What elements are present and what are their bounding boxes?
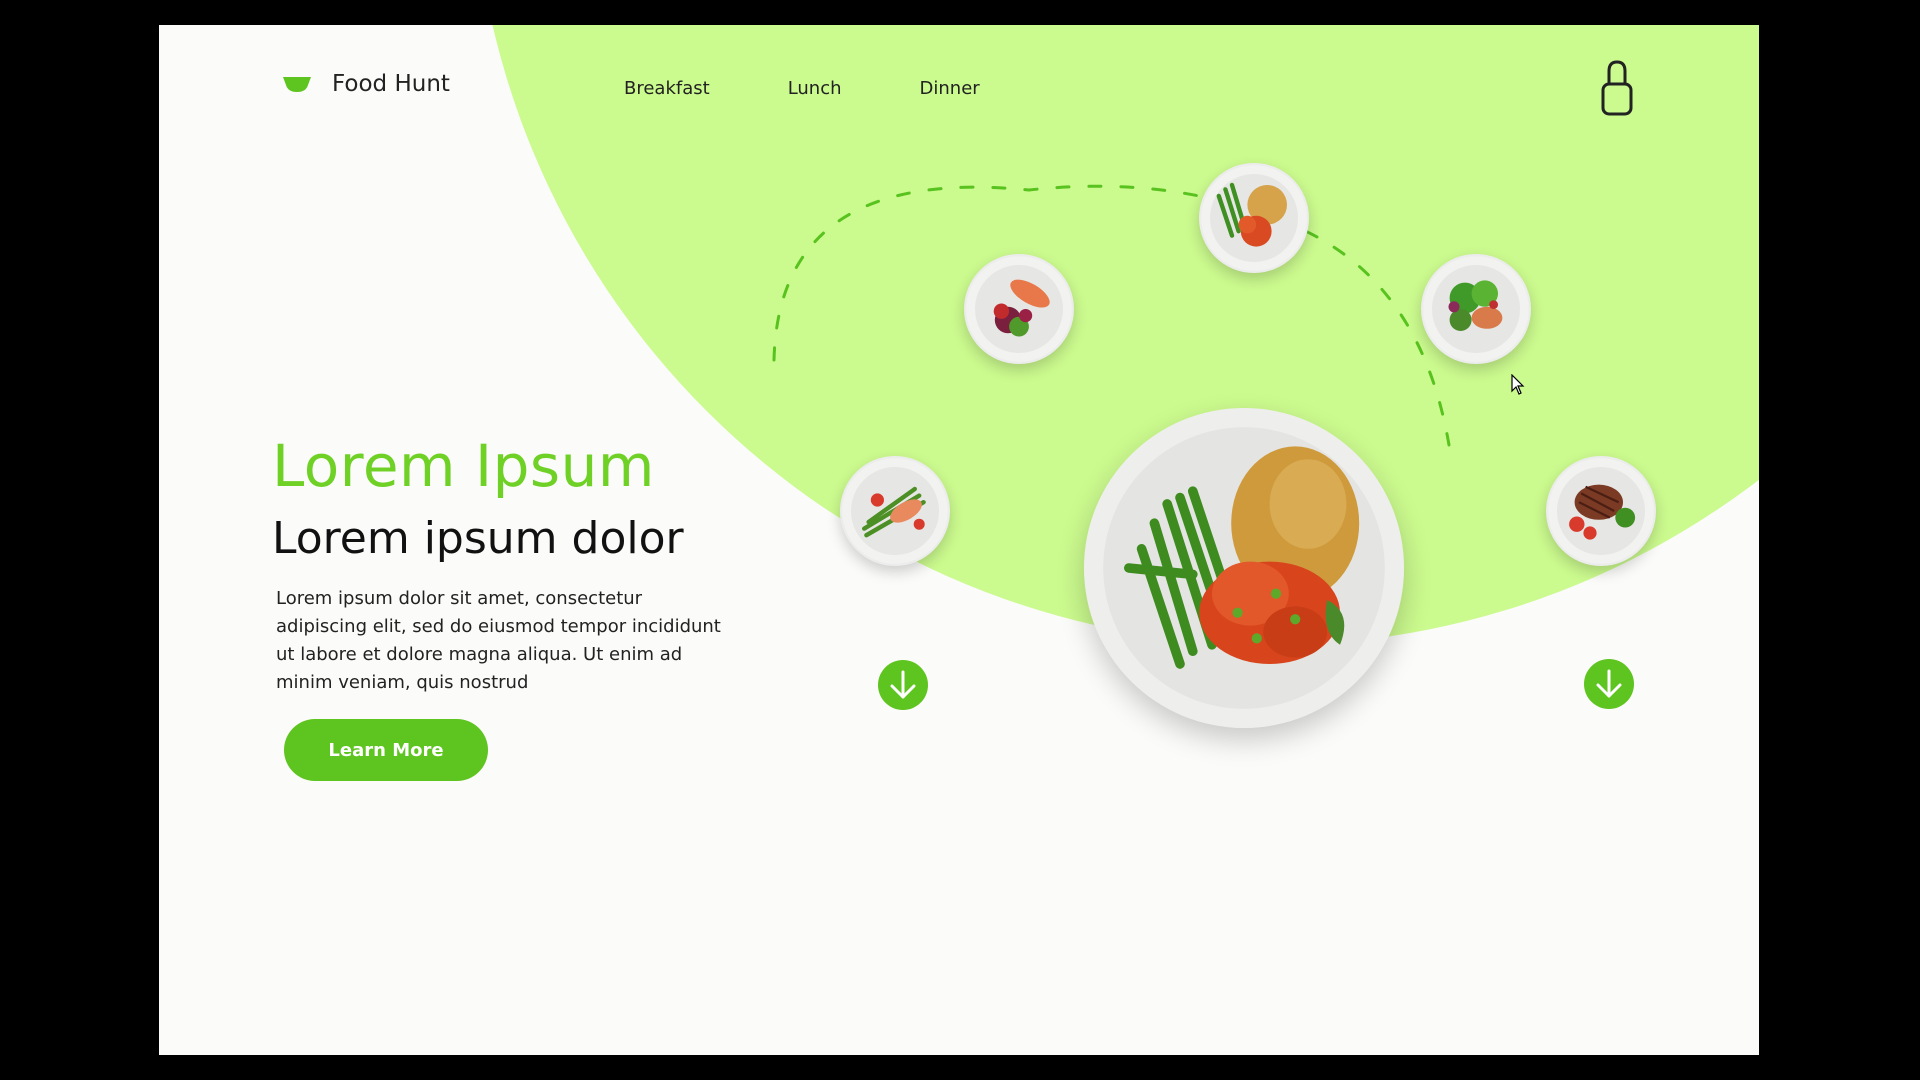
chicken-rice-dish[interactable]	[1199, 163, 1309, 273]
salmon-asparagus-dish[interactable]	[840, 456, 950, 566]
mouse-cursor-icon	[1511, 374, 1525, 395]
salmon-salad-dish[interactable]	[964, 254, 1074, 364]
green-salad-dish[interactable]	[1421, 254, 1531, 364]
steak-dish[interactable]	[1546, 456, 1656, 566]
brand-name: Food Hunt	[332, 71, 450, 97]
landing-page: Food Hunt Breakfast Lunch Dinner Lorem I…	[159, 25, 1759, 1055]
nav-dinner[interactable]: Dinner	[920, 78, 980, 99]
hero-title: Lorem Ipsum	[272, 432, 655, 500]
arrow-down-icon	[890, 670, 916, 699]
hero-subtitle: Lorem ipsum dolor	[272, 513, 684, 564]
arrow-down-icon	[1596, 669, 1622, 698]
nav-breakfast[interactable]: Breakfast	[624, 78, 710, 99]
chicken-green-beans-rice-dish[interactable]	[1084, 408, 1404, 728]
main-nav: Breakfast Lunch Dinner	[624, 78, 1058, 99]
scroll-right-button[interactable]	[1584, 659, 1634, 709]
bowl-icon	[283, 77, 311, 92]
scroll-left-button[interactable]	[878, 660, 928, 710]
lock-icon[interactable]	[1599, 59, 1635, 117]
nav-lunch[interactable]: Lunch	[788, 78, 842, 99]
brand-logo[interactable]: Food Hunt	[282, 71, 450, 97]
learn-more-button[interactable]: Learn More	[284, 719, 488, 781]
hero-description: Lorem ipsum dolor sit amet, consectetur …	[276, 588, 721, 693]
